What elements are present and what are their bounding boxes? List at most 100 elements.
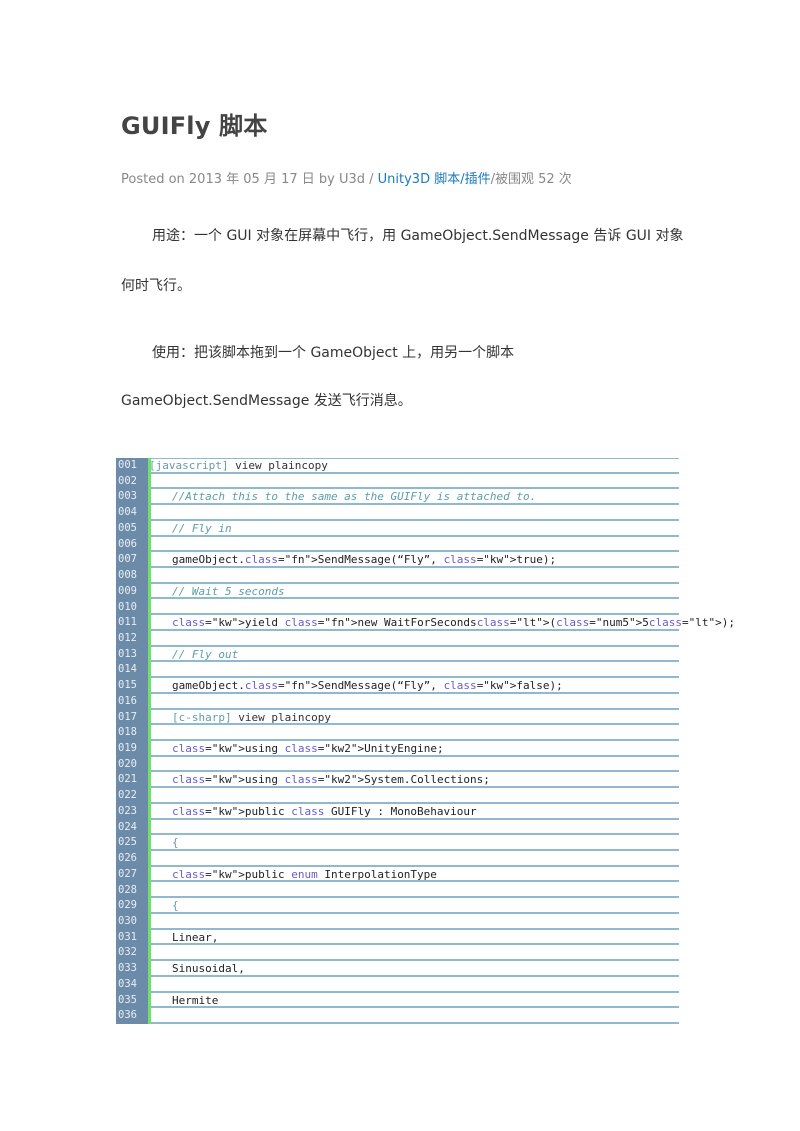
code-line: 004 <box>116 505 679 521</box>
view-count: /被围观 52 次 <box>490 172 572 187</box>
code-text: gameObject.class="fn">SendMessage(“Fly”,… <box>172 553 557 567</box>
code-line: 008 <box>116 568 679 584</box>
code-text: [javascript] view plaincopy <box>149 459 328 472</box>
line-number: 013 <box>118 647 137 660</box>
code-line: 031 Linear, <box>116 930 679 946</box>
line-number: 018 <box>118 726 137 739</box>
code-line: 027 class="kw">public enum InterpolationT… <box>116 867 679 883</box>
code-line: 014 <box>116 662 679 679</box>
code-line: 015 gameObject.class="fn">SendMessage(“Fl… <box>116 678 679 694</box>
paragraph-usage-line-2: 何时飞行。 <box>121 278 191 294</box>
line-number: 012 <box>118 631 137 644</box>
code-text: //Attach this to the same as the GUIFly … <box>172 490 537 504</box>
line-number: 024 <box>118 820 137 833</box>
code-line: 013 // Fly out <box>116 647 679 663</box>
code-line: 026 <box>116 851 679 867</box>
line-number: 023 <box>118 804 137 817</box>
line-number: 017 <box>118 710 137 723</box>
line-number: 009 <box>118 584 137 597</box>
code-line: 035 Hermite <box>116 993 679 1009</box>
code-text: class="kw">public enum InterpolationType <box>172 867 437 881</box>
code-line: 034 <box>116 977 679 993</box>
code-text: { <box>172 899 179 913</box>
line-number: 022 <box>118 789 137 802</box>
code-line: 021 class="kw">using class="kw2">System.C… <box>116 772 679 789</box>
post-meta: Posted on 2013 年 05 月 17 日 by U3d / Unit… <box>121 168 572 187</box>
code-top-rule <box>151 458 679 459</box>
code-text: // Fly out <box>172 647 239 661</box>
code-line: 018 <box>116 725 679 741</box>
line-number: 014 <box>118 663 137 676</box>
line-number: 028 <box>118 883 137 896</box>
article-title: GUIFly 脚本 <box>121 112 268 140</box>
code-line: 024 <box>116 820 679 836</box>
code-line: 010 <box>116 600 679 616</box>
line-number: 003 <box>118 490 137 503</box>
code-line: 020 <box>116 757 679 773</box>
line-number: 004 <box>118 506 137 519</box>
line-number: 007 <box>118 553 137 566</box>
code-line: 033 Sinusoidal, <box>116 961 679 977</box>
line-number: 027 <box>118 867 137 880</box>
line-number: 021 <box>118 773 137 786</box>
code-line: 009 // Wait 5 seconds <box>116 584 679 600</box>
line-number: 019 <box>118 742 137 754</box>
line-number: 034 <box>118 977 137 990</box>
code-line: 006 <box>116 537 679 553</box>
code-line: 002 <box>116 474 679 490</box>
line-number: 035 <box>118 993 137 1006</box>
code-line: 023 class="kw">public class GUIFly : Mono… <box>116 804 679 820</box>
code-text: Linear, <box>172 930 219 944</box>
code-line: 005 // Fly in <box>116 521 679 537</box>
code-line: 025 { <box>116 835 679 852</box>
code-text: class="kw">using class="kw2">UnityEngine… <box>172 742 444 755</box>
line-number: 020 <box>118 757 137 770</box>
line-number: 001 <box>118 459 137 471</box>
code-line: 036 <box>116 1008 679 1024</box>
code-text: [c-sharp] view plaincopy <box>172 710 331 724</box>
line-number: 006 <box>118 537 137 550</box>
line-number: 036 <box>118 1009 137 1022</box>
category-link[interactable]: Unity3D 脚本/插件 <box>378 172 491 187</box>
line-number: 025 <box>118 836 137 849</box>
line-number: 033 <box>118 962 137 975</box>
code-line: 001 [javascript] view plaincopy <box>116 458 679 474</box>
code-line: 011 class="kw">yield class="fn">new WaitF… <box>116 615 735 631</box>
code-line: 030 <box>116 914 679 930</box>
code-text: Hermite <box>172 993 219 1007</box>
paragraph-howto-line-1: 使用：把该脚本拖到一个 GameObject 上，用另一个脚本 <box>152 345 515 361</box>
code-text: // Fly in <box>172 521 232 535</box>
code-line: 003 //Attach this to the same as the GUIF… <box>116 489 679 506</box>
code-text: class="kw">using class="kw2">System.Coll… <box>172 773 490 787</box>
code-line: 016 <box>116 694 679 710</box>
code-text: Sinusoidal, <box>172 962 245 976</box>
line-number: 002 <box>118 474 137 487</box>
line-number: 015 <box>118 679 137 692</box>
paragraph-howto-line-2: GameObject.SendMessage 发送飞行消息。 <box>121 393 412 409</box>
code-text: { <box>172 836 179 850</box>
code-line: 022 <box>116 788 679 804</box>
code-line: 012 <box>116 631 679 647</box>
code-line: 017 [c-sharp] view plaincopy <box>116 710 679 726</box>
code-line: 019 class="kw">using class="kw2">UnityEng… <box>116 741 679 757</box>
line-number: 029 <box>118 899 137 912</box>
line-number: 031 <box>118 930 137 943</box>
code-line-rule <box>151 1021 679 1024</box>
meta-posted-info: Posted on 2013 年 05 月 17 日 by U3d / <box>121 172 378 187</box>
code-line: 029 { <box>116 898 679 914</box>
line-number: 008 <box>118 569 137 582</box>
line-number: 016 <box>118 694 137 707</box>
line-number: 005 <box>118 521 137 534</box>
code-text: // Wait 5 seconds <box>172 584 285 598</box>
code-line: 028 <box>116 883 679 899</box>
code-line: 007 gameObject.class="fn">SendMessage(“Fl… <box>116 552 679 569</box>
code-text: gameObject.class="fn">SendMessage(“Fly”,… <box>172 679 563 693</box>
line-number: 010 <box>118 600 137 613</box>
code-block: 001 [javascript] view plaincopy 002 003 //At… <box>116 458 735 1024</box>
line-number: 032 <box>118 946 137 959</box>
code-text: class="kw">public class GUIFly : MonoBeh… <box>172 804 477 818</box>
line-number: 030 <box>118 914 137 927</box>
line-number: 011 <box>118 616 137 629</box>
code-line: 032 <box>116 945 679 962</box>
paragraph-usage-line-1: 用途：一个 GUI 对象在屏幕中飞行，用 GameObject.SendMess… <box>152 228 684 244</box>
